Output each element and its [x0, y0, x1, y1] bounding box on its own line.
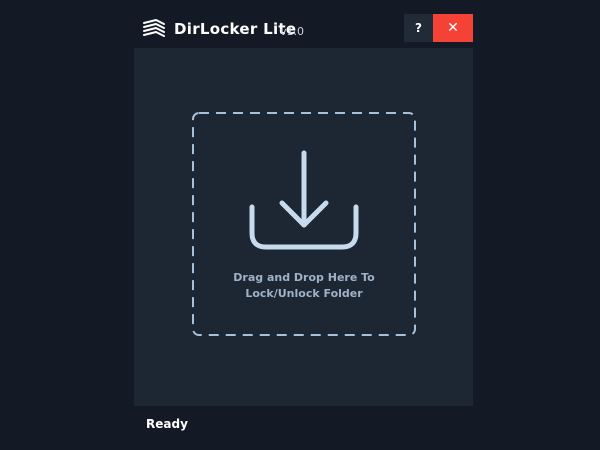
- dropzone-line-2: Lock/Unlock Folder: [245, 287, 363, 300]
- close-button[interactable]: ✕: [433, 14, 473, 42]
- tray-icon: [249, 204, 359, 250]
- help-button[interactable]: ?: [404, 14, 433, 42]
- app-title: DirLocker Lite: [174, 20, 297, 38]
- status-text: Ready: [146, 417, 188, 431]
- stack-logo-icon: [143, 19, 165, 37]
- dropzone-instructions: Drag and Drop Here To Lock/Unlock Folder: [192, 270, 416, 302]
- main-panel: Drag and Drop Here To Lock/Unlock Folder: [134, 48, 473, 406]
- app-version: v1.0: [280, 25, 305, 38]
- drop-zone[interactable]: Drag and Drop Here To Lock/Unlock Folder: [192, 112, 416, 336]
- dropzone-line-1: Drag and Drop Here To: [233, 271, 375, 284]
- title-bar: DirLocker Lite v1.0 ? ✕: [134, 14, 473, 44]
